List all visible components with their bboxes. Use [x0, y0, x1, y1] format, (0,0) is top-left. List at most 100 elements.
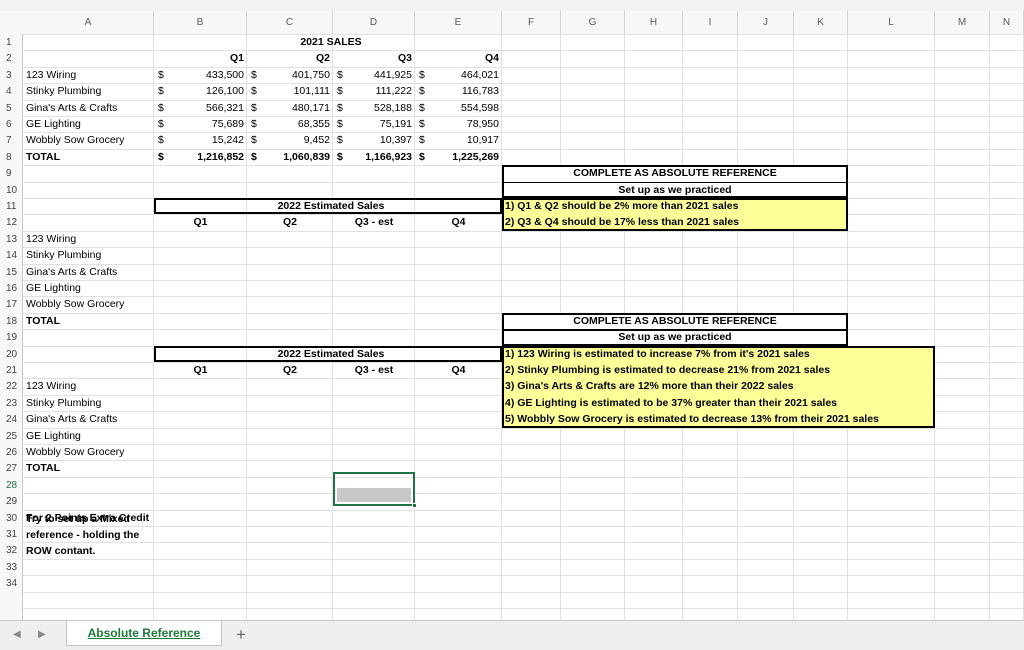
next-sheet-icon[interactable]: ▶ [38, 629, 46, 640]
column-header-l[interactable]: L [848, 11, 935, 34]
table1-company-name[interactable]: GE Lighting [26, 117, 151, 133]
spreadsheet-grid[interactable]: 2021 SALES Q1 Q2 Q3 Q4 123 Wiring $433,500 $401… [23, 34, 1024, 620]
table1-header-q3[interactable]: Q3 [336, 51, 412, 67]
table3-header-q2[interactable]: Q2 [250, 363, 330, 379]
table1-total-label[interactable]: TOTAL [26, 150, 151, 166]
selected-cell[interactable] [333, 472, 417, 509]
table1-value-q1[interactable]: 433,500 [157, 68, 244, 84]
row-header-4[interactable]: 4 [0, 86, 22, 102]
table1-company-name[interactable]: Stinky Plumbing [26, 84, 151, 100]
row-header-15[interactable]: 15 [0, 267, 22, 283]
table2-company-name[interactable]: Gina's Arts & Crafts [26, 265, 151, 281]
table1-value-q3[interactable]: 75,191 [336, 117, 412, 133]
row-header-6[interactable]: 6 [0, 119, 22, 135]
table3-header-q3[interactable]: Q3 - est [336, 363, 412, 379]
table3-company-name[interactable]: Stinky Plumbing [26, 396, 151, 412]
row-header-32[interactable]: 32 [0, 545, 22, 561]
note1-instruction-line[interactable]: 1) Q1 & Q2 should be 2% more than 2021 s… [505, 199, 845, 215]
table3-company-name[interactable]: GE Lighting [26, 429, 151, 445]
note2-instruction-line[interactable]: 2) Stinky Plumbing is estimated to decre… [505, 363, 932, 379]
row-header-19[interactable]: 19 [0, 332, 22, 348]
note2-instruction-line[interactable]: 1) 123 Wiring is estimated to increase 7… [505, 347, 932, 363]
table1-title[interactable]: 2021 SALES [247, 35, 415, 51]
table3-company-name[interactable]: Wobbly Sow Grocery [26, 445, 151, 461]
row-header-1[interactable]: 1 [0, 37, 22, 53]
table1-header-q2[interactable]: Q2 [250, 51, 330, 67]
note2-instruction-line[interactable]: 5) Wobbly Sow Grocery is estimated to de… [505, 412, 932, 428]
table1-company-name[interactable]: Wobbly Sow Grocery [26, 133, 151, 149]
table1-value-q4[interactable]: 10,917 [418, 133, 499, 149]
row-header-12[interactable]: 12 [0, 217, 22, 233]
note2-instruction-line[interactable]: 3) Gina's Arts & Crafts are 12% more tha… [505, 379, 932, 395]
column-header-f[interactable]: F [502, 11, 561, 34]
row-header-23[interactable]: 23 [0, 398, 22, 414]
row-header-9[interactable]: 9 [0, 168, 22, 184]
table1-total-q1[interactable]: 1,216,852 [157, 150, 244, 166]
note1-heading[interactable]: COMPLETE AS ABSOLUTE REFERENCE [502, 166, 848, 182]
table2-header-q1[interactable]: Q1 [157, 215, 244, 231]
table2-header-q3[interactable]: Q3 - est [336, 215, 412, 231]
table2-header-q2[interactable]: Q2 [250, 215, 330, 231]
table2-company-name[interactable]: Stinky Plumbing [26, 248, 151, 264]
row-header-27[interactable]: 27 [0, 463, 22, 479]
row-header-33[interactable]: 33 [0, 562, 22, 578]
table1-value-q3[interactable]: 528,188 [336, 101, 412, 117]
table2-total-label[interactable]: TOTAL [26, 314, 151, 330]
row-header-2[interactable]: 2 [0, 53, 22, 69]
table2-company-name[interactable]: Wobbly Sow Grocery [26, 297, 151, 313]
table1-value-q4[interactable]: 116,783 [418, 84, 499, 100]
row-header-7[interactable]: 7 [0, 135, 22, 151]
note2-subheading[interactable]: Set up as we practiced [502, 330, 848, 346]
row-header-18[interactable]: 18 [0, 316, 22, 332]
table2-company-name[interactable]: 123 Wiring [26, 232, 151, 248]
row-header-28[interactable]: 28 [0, 480, 22, 496]
table3-header-q1[interactable]: Q1 [157, 363, 244, 379]
sheet-tab-absolute-reference[interactable]: Absolute Reference [66, 621, 222, 646]
column-header-k[interactable]: K [794, 11, 848, 34]
row-header-29[interactable]: 29 [0, 496, 22, 512]
table1-header-q4[interactable]: Q4 [418, 51, 499, 67]
table3-company-name[interactable]: 123 Wiring [26, 379, 151, 395]
table1-header-q1[interactable]: Q1 [157, 51, 244, 67]
table1-total-q2[interactable]: 1,060,839 [250, 150, 330, 166]
column-header-d[interactable]: D [333, 11, 415, 34]
row-header-26[interactable]: 26 [0, 447, 22, 463]
note2-heading[interactable]: COMPLETE AS ABSOLUTE REFERENCE [502, 314, 848, 330]
table1-total-q3[interactable]: 1,166,923 [336, 150, 412, 166]
table1-value-q4[interactable]: 554,598 [418, 101, 499, 117]
table1-value-q1[interactable]: 126,100 [157, 84, 244, 100]
prev-sheet-icon[interactable]: ◀ [13, 629, 21, 640]
table1-value-q3[interactable]: 441,925 [336, 68, 412, 84]
note1-subheading[interactable]: Set up as we practiced [502, 183, 848, 199]
table1-company-name[interactable]: Gina's Arts & Crafts [26, 101, 151, 117]
row-header-13[interactable]: 13 [0, 234, 22, 250]
table3-title[interactable]: 2022 Estimated Sales [247, 347, 415, 363]
table1-value-q2[interactable]: 68,355 [250, 117, 330, 133]
row-header-25[interactable]: 25 [0, 431, 22, 447]
table1-value-q3[interactable]: 111,222 [336, 84, 412, 100]
row-header-5[interactable]: 5 [0, 103, 22, 119]
table1-total-q4[interactable]: 1,225,269 [418, 150, 499, 166]
note1-instruction-line[interactable]: 2) Q3 & Q4 should be 17% less than 2021 … [505, 215, 845, 231]
row-header-22[interactable]: 22 [0, 381, 22, 397]
note2-instruction-line[interactable]: 4) GE Lighting is estimated to be 37% gr… [505, 396, 932, 412]
row-header-3[interactable]: 3 [0, 70, 22, 86]
table1-value-q1[interactable]: 15,242 [157, 133, 244, 149]
table1-value-q4[interactable]: 78,950 [418, 117, 499, 133]
column-header-n[interactable]: N [990, 11, 1024, 34]
column-header-g[interactable]: G [561, 11, 625, 34]
row-header-10[interactable]: 10 [0, 185, 22, 201]
row-header-11[interactable]: 11 [0, 201, 22, 217]
row-header-24[interactable]: 24 [0, 414, 22, 430]
table1-value-q2[interactable]: 101,111 [250, 84, 330, 100]
add-sheet-button[interactable]: + [236, 625, 246, 645]
table3-company-name[interactable]: Gina's Arts & Crafts [26, 412, 151, 428]
table1-value-q2[interactable]: 480,171 [250, 101, 330, 117]
row-header-8[interactable]: 8 [0, 152, 22, 168]
extra-credit-line[interactable]: ROW contant. [26, 544, 151, 560]
column-header-b[interactable]: B [154, 11, 247, 34]
table2-title[interactable]: 2022 Estimated Sales [247, 199, 415, 215]
column-header-a[interactable]: A [23, 11, 154, 34]
column-header-j[interactable]: J [738, 11, 794, 34]
row-header-20[interactable]: 20 [0, 349, 22, 365]
